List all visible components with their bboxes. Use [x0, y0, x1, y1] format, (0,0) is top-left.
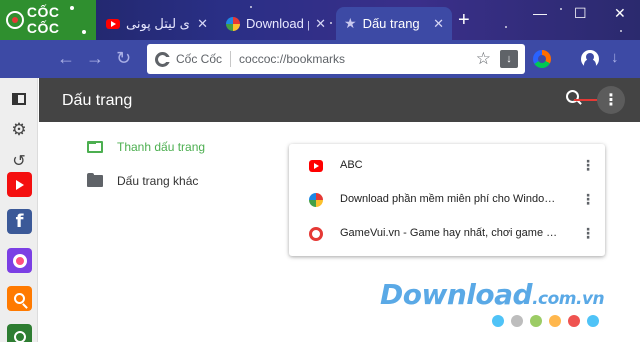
url-text[interactable]: coccoc://bookmarks [239, 52, 345, 66]
youtube-icon [106, 18, 120, 29]
bookmark-more-icon[interactable]: ⋮ [581, 191, 595, 208]
watermark-dots [492, 315, 599, 327]
bookmark-list: ABC ⋮ Download phần mềm miễn phí cho Win… [289, 144, 605, 256]
bookmark-title[interactable]: GameVui.vn - Game hay nhất, chơi game on… [340, 227, 562, 239]
download-watermark: Download.com.vn [380, 278, 605, 311]
bookmark-item[interactable]: Download phần mềm miễn phí cho Windows, … [289, 183, 605, 217]
downloads-icon[interactable]: ↓ [611, 49, 619, 66]
bookmark-title[interactable]: ABC [340, 159, 562, 171]
coccoc-logo[interactable]: CỐC CỐC [0, 0, 96, 40]
folder-icon [87, 141, 103, 153]
coccoc-logo-mark [6, 11, 24, 29]
coccoc-extension-icon[interactable] [533, 50, 551, 68]
download-icon[interactable]: ↓ [500, 50, 518, 68]
search-app-icon[interactable] [7, 286, 32, 311]
watermark-dot [492, 315, 504, 327]
download-site-icon [226, 16, 240, 31]
folder-icon [87, 173, 103, 187]
more-options-button[interactable]: ⋮ [597, 86, 625, 114]
maximize-button[interactable]: ☐ [574, 5, 587, 22]
youtube-icon [309, 160, 323, 172]
watermark-dot [568, 315, 580, 327]
folder-label: Thanh dấu trang [117, 140, 206, 154]
youtube-app-icon[interactable] [7, 172, 32, 197]
forward-button[interactable]: → [86, 48, 104, 68]
minimize-button[interactable]: — [533, 5, 547, 21]
green-app-icon[interactable] [7, 324, 32, 342]
new-tab-button[interactable]: + [458, 10, 470, 30]
page-title: Dấu trang [62, 92, 133, 109]
address-bar[interactable]: Cốc Cốc coccoc://bookmarks ☆ ↓ [147, 44, 525, 74]
bookmark-item[interactable]: ABC ⋮ [289, 149, 605, 183]
bookmark-more-icon[interactable]: ⋮ [581, 157, 595, 174]
watermark-dot [549, 315, 561, 327]
site-name: Cốc Cốc [176, 52, 223, 66]
history-icon[interactable]: ↺ [8, 150, 30, 172]
watermark-text: Download [380, 278, 533, 311]
tab-youtube[interactable]: مای لیتل پونی ✕ [98, 7, 216, 40]
tab-bookmarks[interactable]: ★ Dấu trang ✕ [336, 7, 452, 40]
close-tab-icon[interactable]: ✕ [433, 16, 444, 32]
watermark-dot [587, 315, 599, 327]
toolbar: ← → ↻ Cốc Cốc coccoc://bookmarks ☆ ↓ ↓ [0, 40, 640, 78]
star-icon: ★ [344, 15, 357, 31]
back-button[interactable]: ← [57, 48, 75, 68]
reload-button[interactable]: ↻ [116, 48, 131, 68]
music-app-icon[interactable] [7, 248, 32, 273]
folder-other-bookmarks[interactable]: Dấu trang khác [87, 173, 199, 188]
close-window-button[interactable]: ✕ [614, 5, 626, 22]
bookmark-star-icon[interactable]: ☆ [476, 49, 491, 69]
search-icon[interactable] [566, 90, 582, 106]
profile-icon[interactable] [581, 50, 599, 68]
close-tab-icon[interactable]: ✕ [197, 16, 208, 32]
bookmark-item[interactable]: GameVui.vn - Game hay nhất, chơi game on… [289, 217, 605, 251]
folder-bookmarks-bar[interactable]: Thanh dấu trang [87, 140, 205, 154]
side-panel-icon[interactable] [8, 88, 30, 110]
watermark-suffix: .com.vn [532, 289, 605, 309]
watermark-dot [530, 315, 542, 327]
folder-label: Dấu trang khác [117, 174, 199, 188]
bookmarks-header: Dấu trang ⋮ [39, 78, 640, 122]
gamevui-icon [309, 227, 323, 241]
close-tab-icon[interactable]: ✕ [315, 16, 326, 32]
tab-title: Dấu trang [362, 16, 420, 31]
tab-title: مای لیتل پونی [126, 15, 191, 31]
settings-icon[interactable]: ⚙ [8, 119, 30, 141]
title-bar: CỐC CỐC مای لیتل پونی ✕ Download phần ✕ … [0, 0, 640, 40]
tab-title: Download phần [246, 16, 309, 31]
download-site-icon [309, 193, 323, 207]
bookmark-title[interactable]: Download phần mềm miễn phí cho Windows, … [340, 193, 562, 205]
watermark-dot [511, 315, 523, 327]
coccoc-site-icon [155, 51, 171, 67]
bookmark-more-icon[interactable]: ⋮ [581, 225, 595, 242]
tab-download[interactable]: Download phần ✕ [218, 7, 334, 40]
facebook-app-icon[interactable]: f [7, 209, 32, 234]
sidebar: ⚙ ↺ f [0, 78, 38, 342]
divider [230, 51, 232, 67]
